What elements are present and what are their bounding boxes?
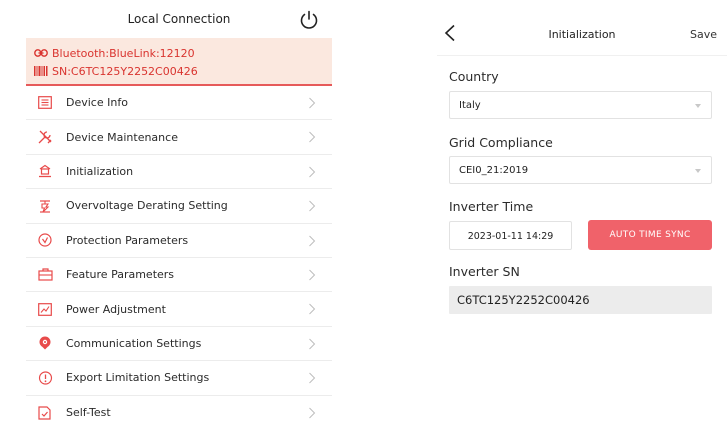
menu-label: Communication Settings [66, 336, 202, 350]
connection-info: Bluetooth:BlueLink:12120 SN:C6TC125Y2252… [26, 38, 332, 86]
menu-label: Initialization [66, 164, 134, 178]
country-value: Italy [459, 100, 481, 111]
chevron-down-icon [695, 104, 701, 108]
link-icon [34, 49, 52, 57]
menu-label: Export Limitation Settings [66, 371, 210, 385]
grid-compliance-value: CEI0_21:2019 [459, 165, 529, 176]
power-icon[interactable] [298, 9, 320, 31]
overvoltage-icon [38, 199, 66, 213]
menu-label: Device Info [66, 96, 128, 110]
menu-label: Protection Parameters [66, 233, 189, 247]
menu-item-protection-parameters[interactable]: Protection Parameters [26, 224, 332, 258]
initialization-icon [38, 164, 66, 178]
sn-line: SN:C6TC125Y2252C00426 [34, 62, 332, 80]
local-connection-panel: Local Connection Bluetooth:BlueLink:1212… [26, 0, 332, 424]
inverter-time-label: Inverter Time [449, 199, 534, 214]
chevron-right-icon [309, 338, 316, 350]
menu-item-communication-settings[interactable]: Communication Settings [26, 327, 332, 362]
menu-label: Power Adjustment [66, 302, 166, 316]
protection-icon [38, 233, 66, 247]
menu-item-device-maintenance[interactable]: Device Maintenance [26, 120, 332, 155]
sn-text: SN:C6TC125Y2252C00426 [52, 64, 198, 78]
chevron-down-icon [695, 169, 701, 173]
chevron-right-icon [309, 235, 316, 246]
chevron-right-icon [309, 132, 316, 143]
chevron-right-icon [309, 303, 316, 315]
barcode-icon [34, 66, 52, 76]
menu-item-device-info[interactable]: Device Info [26, 86, 332, 121]
page-title: Initialization [548, 28, 616, 41]
menu-item-initialization[interactable]: Initialization [26, 155, 332, 190]
auto-time-sync-button[interactable]: AUTO TIME SYNC [588, 220, 712, 250]
communication-icon [38, 336, 66, 350]
settings-menu: Device Info Device Maintenance Initializ… [26, 86, 332, 424]
chevron-right-icon [309, 200, 316, 212]
bluetooth-text: Bluetooth:BlueLink:12120 [52, 46, 195, 60]
initialization-panel: Initialization Save Country Italy Grid C… [437, 0, 727, 424]
inverter-time-field[interactable]: 2023-01-11 14:29 [449, 221, 572, 250]
chevron-right-icon [309, 166, 316, 178]
power-adjustment-icon [38, 302, 66, 316]
inverter-sn-value: C6TC125Y2252C00426 [457, 293, 590, 307]
page-title: Local Connection [127, 12, 231, 26]
wrench-icon [38, 130, 66, 144]
inverter-sn-field: C6TC125Y2252C00426 [449, 286, 712, 314]
chevron-right-icon [309, 372, 316, 384]
grid-compliance-label: Grid Compliance [449, 135, 553, 150]
chevron-right-icon [309, 97, 316, 109]
menu-label: Feature Parameters [66, 268, 175, 282]
inverter-sn-label: Inverter SN [449, 264, 520, 279]
bluetooth-line: Bluetooth:BlueLink:12120 [34, 44, 332, 62]
country-select[interactable]: Italy [449, 91, 712, 119]
device-info-icon [38, 96, 66, 110]
menu-item-feature-parameters[interactable]: Feature Parameters [26, 258, 332, 293]
menu-label: Self-Test [66, 406, 111, 420]
chevron-right-icon [309, 269, 316, 281]
menu-item-export-limitation[interactable]: Export Limitation Settings [26, 361, 332, 396]
right-header: Initialization Save [437, 0, 727, 56]
menu-item-self-test[interactable]: Self-Test [26, 396, 332, 424]
inverter-time-value: 2023-01-11 14:29 [467, 231, 554, 242]
export-limit-icon [38, 371, 66, 385]
menu-label: Device Maintenance [66, 130, 178, 144]
chevron-right-icon [309, 407, 316, 418]
menu-item-power-adjustment[interactable]: Power Adjustment [26, 292, 332, 327]
left-header: Local Connection [26, 0, 332, 38]
grid-compliance-select[interactable]: CEI0_21:2019 [449, 156, 712, 184]
menu-item-overvoltage-derating[interactable]: Overvoltage Derating Setting [26, 189, 332, 224]
self-test-icon [38, 406, 66, 420]
country-label: Country [449, 69, 499, 84]
feature-icon [38, 268, 66, 281]
menu-label: Overvoltage Derating Setting [66, 199, 228, 213]
save-button[interactable]: Save [690, 28, 717, 41]
